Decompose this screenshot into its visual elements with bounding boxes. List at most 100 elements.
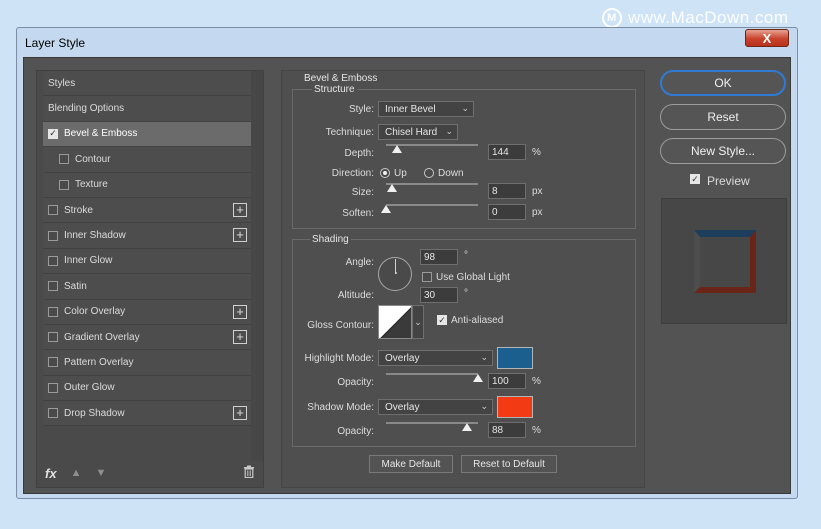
style-item-pattern-overlay[interactable]: Pattern Overlay xyxy=(43,350,251,376)
preview-checkbox[interactable]: ✓ xyxy=(690,174,700,184)
style-item-drop-shadow[interactable]: Drop Shadow + xyxy=(43,401,251,427)
add-effect-plus-icon[interactable]: + xyxy=(233,406,247,421)
style-checkbox[interactable] xyxy=(48,382,58,393)
style-item-inner-glow[interactable]: Inner Glow xyxy=(43,248,251,275)
technique-dropdown[interactable]: Chisel Hard ⌄ xyxy=(378,124,458,140)
gloss-contour-dropdown[interactable]: ⌄ xyxy=(412,305,424,339)
shadow-mode-dropdown[interactable]: Overlay ⌄ xyxy=(378,399,493,415)
shadow-opacity-input[interactable]: 88 xyxy=(488,422,526,438)
shadow-opacity-thumb[interactable] xyxy=(461,423,472,431)
style-checkbox[interactable] xyxy=(48,205,58,216)
chevron-down-icon: ⌄ xyxy=(480,401,488,411)
style-item-label: Bevel & Emboss xyxy=(64,128,138,140)
move-down-icon[interactable]: ▼ xyxy=(95,467,106,479)
shadow-color-swatch[interactable] xyxy=(497,396,533,418)
anti-aliased-checkbox[interactable]: ✓ xyxy=(437,315,447,325)
depth-slider-thumb[interactable] xyxy=(392,145,403,153)
window-title: Layer Style xyxy=(25,36,86,50)
chevron-down-icon: ⌄ xyxy=(414,316,422,327)
reset-button[interactable]: Reset xyxy=(660,104,786,130)
size-slider-thumb[interactable] xyxy=(386,184,397,192)
highlight-mode-dropdown[interactable]: Overlay ⌄ xyxy=(378,350,493,366)
style-item-color-overlay[interactable]: Color Overlay + xyxy=(43,299,251,325)
anti-aliased-label: Anti-aliased xyxy=(451,315,504,326)
shadow-mode-label: Shadow Mode: xyxy=(307,402,374,413)
add-effect-plus-icon[interactable]: + xyxy=(233,329,247,344)
size-slider-track[interactable] xyxy=(386,183,478,185)
size-input[interactable]: 8 xyxy=(488,183,526,199)
highlight-color-swatch[interactable] xyxy=(497,347,533,369)
preview-swatch-icon xyxy=(694,230,756,293)
trash-icon[interactable] xyxy=(243,465,255,481)
new-style-button[interactable]: New Style... xyxy=(660,138,786,164)
styles-list: Styles Blending Options ✓ Bevel & Emboss Con… xyxy=(43,71,251,427)
highlight-opacity-track[interactable] xyxy=(386,373,478,375)
reset-to-default-button[interactable]: Reset to Default xyxy=(461,455,557,473)
direction-label: Direction: xyxy=(331,168,374,179)
chevron-down-icon: ⌄ xyxy=(445,126,453,136)
direction-down-radio[interactable] xyxy=(424,168,434,178)
style-item-label: Stroke xyxy=(64,204,93,216)
style-checkbox[interactable] xyxy=(59,154,69,165)
soften-input[interactable]: 0 xyxy=(488,204,526,220)
ok-button[interactable]: OK xyxy=(660,70,786,96)
style-checkbox[interactable] xyxy=(48,306,58,317)
watermark-logo-icon: M xyxy=(602,8,622,28)
technique-label: Technique: xyxy=(325,127,374,138)
direction-down-label: Down xyxy=(438,168,464,179)
style-dropdown[interactable]: Inner Bevel ⌄ xyxy=(378,101,474,117)
direction-up-radio[interactable] xyxy=(380,168,390,178)
titlebar: Layer Style X xyxy=(17,28,797,58)
style-item-contour[interactable]: Contour xyxy=(43,147,251,173)
global-light-checkbox[interactable] xyxy=(422,272,432,282)
style-item-label: Color Overlay xyxy=(64,306,126,318)
add-effect-plus-icon[interactable]: + xyxy=(233,228,247,243)
shading-title: Shading xyxy=(310,234,351,245)
style-item-inner-shadow[interactable]: Inner Shadow + xyxy=(43,223,251,249)
style-item-stroke[interactable]: Stroke + xyxy=(43,197,251,224)
style-label: Style: xyxy=(348,104,374,115)
style-item-label: Styles xyxy=(48,77,76,89)
style-item-outer-glow[interactable]: Outer Glow xyxy=(43,375,251,402)
style-item-label: Texture xyxy=(75,179,108,191)
style-checkbox[interactable] xyxy=(48,332,58,343)
highlight-opacity-thumb[interactable] xyxy=(473,374,483,382)
highlight-mode-label: Highlight Mode: xyxy=(304,353,374,364)
gloss-contour-preview[interactable] xyxy=(378,305,412,339)
style-dropdown-value: Inner Bevel xyxy=(385,103,436,115)
add-effect-plus-icon[interactable]: + xyxy=(233,202,247,217)
style-item-satin[interactable]: Satin xyxy=(43,274,251,300)
make-default-button[interactable]: Make Default xyxy=(369,455,453,473)
altitude-input[interactable]: 30 xyxy=(420,287,458,303)
style-checkbox[interactable]: ✓ xyxy=(48,128,58,139)
angle-input[interactable]: 98 xyxy=(420,249,458,265)
style-item-gradient-overlay[interactable]: Gradient Overlay + xyxy=(43,324,251,351)
soften-slider-track[interactable] xyxy=(386,204,478,206)
size-unit: px xyxy=(532,186,543,197)
close-button[interactable]: X xyxy=(745,29,789,47)
angle-dial[interactable] xyxy=(378,257,412,291)
styles-scrollbar[interactable] xyxy=(251,71,263,461)
style-checkbox[interactable] xyxy=(59,179,69,190)
style-checkbox[interactable] xyxy=(48,255,58,266)
style-item-texture[interactable]: Texture xyxy=(43,172,251,198)
chevron-down-icon: ⌄ xyxy=(480,352,488,362)
style-checkbox[interactable] xyxy=(48,408,58,419)
gloss-contour-label: Gloss Contour: xyxy=(307,320,374,331)
move-up-icon[interactable]: ▲ xyxy=(71,467,82,479)
style-checkbox[interactable] xyxy=(48,281,58,292)
style-item-label: Inner Shadow xyxy=(64,230,126,242)
style-item-blending-options[interactable]: Blending Options xyxy=(43,96,251,122)
style-checkbox[interactable] xyxy=(48,230,58,241)
soften-slider-thumb[interactable] xyxy=(381,205,391,213)
highlight-mode-value: Overlay xyxy=(385,352,420,364)
technique-dropdown-value: Chisel Hard xyxy=(385,126,438,138)
depth-input[interactable]: 144 xyxy=(488,144,526,160)
fx-menu-icon[interactable]: fx xyxy=(45,466,57,481)
style-item-bevel-emboss[interactable]: ✓ Bevel & Emboss xyxy=(43,121,251,148)
style-checkbox[interactable] xyxy=(48,357,58,368)
shadow-opacity-label: Opacity: xyxy=(337,426,374,437)
add-effect-plus-icon[interactable]: + xyxy=(233,304,247,319)
highlight-opacity-input[interactable]: 100 xyxy=(488,373,526,389)
style-item-styles[interactable]: Styles xyxy=(43,71,251,97)
